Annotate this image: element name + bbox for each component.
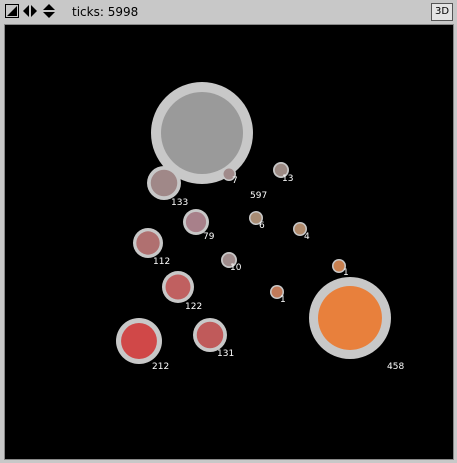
node-label: 131 <box>217 349 234 359</box>
graph-node: 6 <box>249 211 265 231</box>
graph-node: 212 <box>116 318 169 372</box>
graph-node: 112 <box>133 228 170 267</box>
rotate-icon[interactable] <box>5 4 19 18</box>
graph-node: 4 <box>293 222 310 242</box>
node-label: 6 <box>259 221 265 231</box>
node-label: 122 <box>185 302 202 312</box>
node-label: 112 <box>153 257 170 267</box>
node-core <box>136 231 160 255</box>
node-label: 13 <box>282 174 293 184</box>
node-core <box>150 169 178 197</box>
graph-node: 458 <box>309 277 404 372</box>
network-graph: 597 133 7 13 79 6 4 112 10 1 122 1 131 212 458 <box>116 82 404 372</box>
graph-node: 1 <box>270 285 286 305</box>
node-label: 597 <box>250 191 267 201</box>
graph-node: 13 <box>273 162 293 184</box>
node-core <box>196 321 224 349</box>
node-core <box>121 323 157 359</box>
node-core <box>165 274 191 300</box>
node-core <box>185 211 207 233</box>
graph-node: 131 <box>193 318 234 359</box>
move-icon[interactable] <box>23 4 37 18</box>
ticks-counter: ticks: 5998 <box>72 5 139 19</box>
graph-node: 79 <box>183 209 215 242</box>
node-core <box>318 286 382 350</box>
graph-node: 122 <box>162 271 202 312</box>
node-label: 4 <box>304 232 310 242</box>
node-label: 7 <box>232 176 238 186</box>
world-view[interactable]: 597 133 7 13 79 6 4 112 10 1 122 1 131 212 458 <box>4 24 454 460</box>
node-label: 1 <box>343 268 349 278</box>
zoom-icon[interactable] <box>42 4 56 18</box>
node-core <box>161 92 243 174</box>
toolbar: ticks: 5998 3D <box>0 0 457 24</box>
node-label: 79 <box>203 232 215 242</box>
node-label: 458 <box>387 362 404 372</box>
node-label: 133 <box>171 198 188 208</box>
node-label: 1 <box>280 295 286 305</box>
graph-node: 1 <box>332 259 349 278</box>
node-label: 212 <box>152 362 169 372</box>
node-label: 10 <box>230 263 242 273</box>
graph-node: 10 <box>221 252 242 273</box>
3d-view-button[interactable]: 3D <box>431 3 453 21</box>
